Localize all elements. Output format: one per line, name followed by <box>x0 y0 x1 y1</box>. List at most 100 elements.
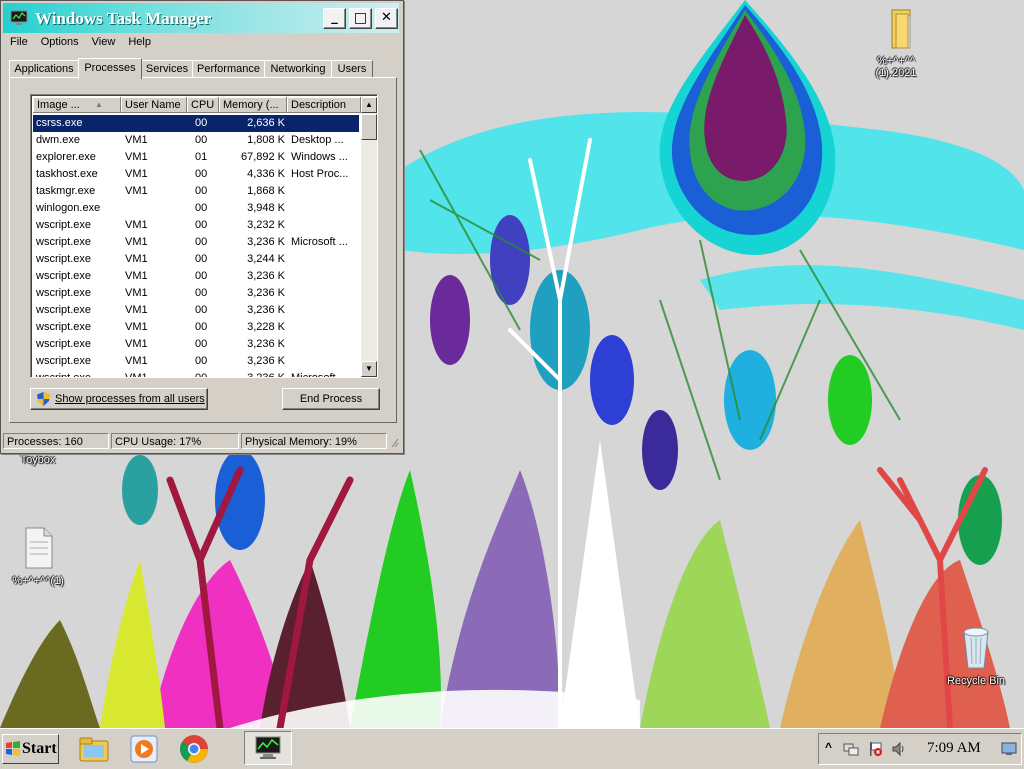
process-name: dwm.exe <box>36 134 81 146</box>
column-header-user-name[interactable]: User Name <box>121 97 187 113</box>
sort-ascending-icon: ▲ <box>95 100 103 109</box>
process-name: wscript.exe <box>36 338 92 350</box>
system-tray: ^ 7:09 AM <box>818 733 1022 765</box>
menu-view[interactable]: View <box>85 34 122 50</box>
desktop-folder-icon[interactable]: %+^+^^ (1).2021 <box>858 6 934 79</box>
process-row[interactable]: taskmgr.exe VM1 00 1,868 K <box>33 183 359 200</box>
scroll-up-arrow-icon[interactable]: ▲ <box>361 97 377 113</box>
process-memory: 3,236 K <box>247 236 285 248</box>
process-row[interactable]: wscript.exe VM1 00 3,228 K <box>33 319 359 336</box>
process-memory: 3,244 K <box>247 253 285 265</box>
minimize-button[interactable]: _ <box>323 8 346 29</box>
process-row[interactable]: wscript.exe VM1 00 3,236 K Microsoft ... <box>33 370 359 378</box>
process-cpu: 00 <box>195 287 208 299</box>
process-user: VM1 <box>125 219 148 231</box>
process-description: Desktop ... <box>291 134 344 146</box>
process-user: VM1 <box>125 185 148 197</box>
taskbar-task-manager-button[interactable] <box>244 731 292 765</box>
show-desktop-icon[interactable] <box>1001 742 1017 756</box>
start-button[interactable]: Start <box>2 734 59 764</box>
process-row[interactable]: dwm.exe VM1 00 1,808 K Desktop ... <box>33 132 359 149</box>
process-name: taskhost.exe <box>36 168 98 180</box>
scrollbar-thumb[interactable] <box>361 114 377 140</box>
windows-logo-icon <box>6 741 20 756</box>
menu-file[interactable]: File <box>3 34 34 50</box>
tab-processes[interactable]: Processes <box>78 58 142 79</box>
process-cpu: 00 <box>195 253 208 265</box>
desktop-toybox-label: Toybox <box>20 454 56 466</box>
media-player-icon[interactable] <box>128 733 160 765</box>
process-row[interactable]: wscript.exe VM1 00 3,236 K Microsoft ... <box>33 234 359 251</box>
vertical-scrollbar[interactable]: ▲ ▼ <box>361 97 377 377</box>
process-row[interactable]: csrss.exe 00 2,636 K <box>33 115 359 132</box>
process-row[interactable]: wscript.exe VM1 00 3,244 K <box>33 251 359 268</box>
column-header-memory[interactable]: Memory (... <box>219 97 287 113</box>
volume-icon[interactable] <box>891 741 907 757</box>
process-cpu: 00 <box>195 219 208 231</box>
process-list[interactable]: Image ... ▲ User Name CPU Memory (... De… <box>30 94 378 378</box>
process-cpu: 00 <box>195 338 208 350</box>
process-cpu: 00 <box>195 270 208 282</box>
menu-help[interactable]: Help <box>121 34 157 50</box>
process-row[interactable]: winlogon.exe 00 3,948 K <box>33 200 359 217</box>
scroll-down-arrow-icon[interactable]: ▼ <box>361 361 377 377</box>
document-icon <box>25 527 53 569</box>
close-button[interactable]: ✕ <box>375 8 398 29</box>
column-header-image-name[interactable]: Image ... ▲ <box>33 97 121 113</box>
column-header-cpu[interactable]: CPU <box>187 97 219 113</box>
process-row[interactable]: wscript.exe VM1 00 3,236 K <box>33 336 359 353</box>
process-user: VM1 <box>125 134 148 146</box>
tab-performance[interactable]: Performance <box>192 60 265 77</box>
maximize-button[interactable]: □ <box>349 8 372 29</box>
process-row[interactable]: wscript.exe VM1 00 3,236 K <box>33 302 359 319</box>
show-all-users-label: Show processes from all users <box>55 393 205 405</box>
tab-applications[interactable]: Applications <box>9 60 79 77</box>
resize-grip-icon[interactable] <box>389 436 399 448</box>
process-memory: 1,808 K <box>247 134 285 146</box>
column-header-image-name-label: Image ... <box>37 99 80 111</box>
process-user: VM1 <box>125 236 148 248</box>
process-row[interactable]: wscript.exe VM1 00 3,236 K <box>33 285 359 302</box>
clock[interactable]: 7:09 AM <box>927 740 981 757</box>
process-row[interactable]: taskhost.exe VM1 00 4,336 K Host Proc... <box>33 166 359 183</box>
chrome-icon[interactable] <box>178 733 210 765</box>
process-cpu: 00 <box>195 372 208 378</box>
show-all-users-button[interactable]: Show processes from all users <box>30 388 208 410</box>
process-memory: 3,236 K <box>247 355 285 367</box>
task-manager-taskbar-icon <box>255 736 281 759</box>
show-hidden-icons-button[interactable]: ^ <box>825 740 832 754</box>
process-name: csrss.exe <box>36 117 83 129</box>
status-processes: Processes: 160 <box>3 433 109 449</box>
desktop-document-icon[interactable]: %+^+^^(1) <box>0 526 76 587</box>
desktop-toybox-icon[interactable]: Toybox <box>0 452 76 466</box>
column-header-description[interactable]: Description <box>287 97 361 113</box>
network-icon[interactable] <box>843 741 859 757</box>
status-cpu-usage: CPU Usage: 17% <box>111 433 239 449</box>
action-center-flag-icon[interactable] <box>867 741 883 757</box>
title-bar[interactable]: Windows Task Manager _ □ ✕ <box>3 3 399 33</box>
process-row[interactable]: wscript.exe VM1 00 3,236 K <box>33 353 359 370</box>
tab-services[interactable]: Services <box>141 60 193 77</box>
process-row[interactable]: wscript.exe VM1 00 3,232 K <box>33 217 359 234</box>
process-user: VM1 <box>125 168 148 180</box>
process-row[interactable]: explorer.exe VM1 01 67,892 K Windows ... <box>33 149 359 166</box>
process-description: Microsoft ... <box>291 372 348 378</box>
process-name: winlogon.exe <box>36 202 101 214</box>
tab-networking[interactable]: Networking <box>264 60 332 77</box>
task-manager-window[interactable]: Windows Task Manager _ □ ✕ File Options Vi… <box>0 0 404 454</box>
menu-options[interactable]: Options <box>34 34 85 50</box>
process-cpu: 00 <box>195 355 208 367</box>
desktop-recycle-bin-icon[interactable]: Recycle Bin <box>938 624 1014 687</box>
process-user: VM1 <box>125 287 148 299</box>
process-name: explorer.exe <box>36 151 96 163</box>
process-user: VM1 <box>125 338 148 350</box>
end-process-button[interactable]: End Process <box>282 388 380 410</box>
window-title: Windows Task Manager <box>35 9 212 28</box>
tab-users[interactable]: Users <box>331 60 373 77</box>
file-explorer-icon[interactable] <box>78 733 110 765</box>
process-row[interactable]: wscript.exe VM1 00 3,236 K <box>33 268 359 285</box>
folder-icon <box>891 9 911 49</box>
process-cpu: 01 <box>195 151 208 163</box>
process-name: wscript.exe <box>36 236 92 248</box>
process-memory: 2,636 K <box>247 117 285 129</box>
